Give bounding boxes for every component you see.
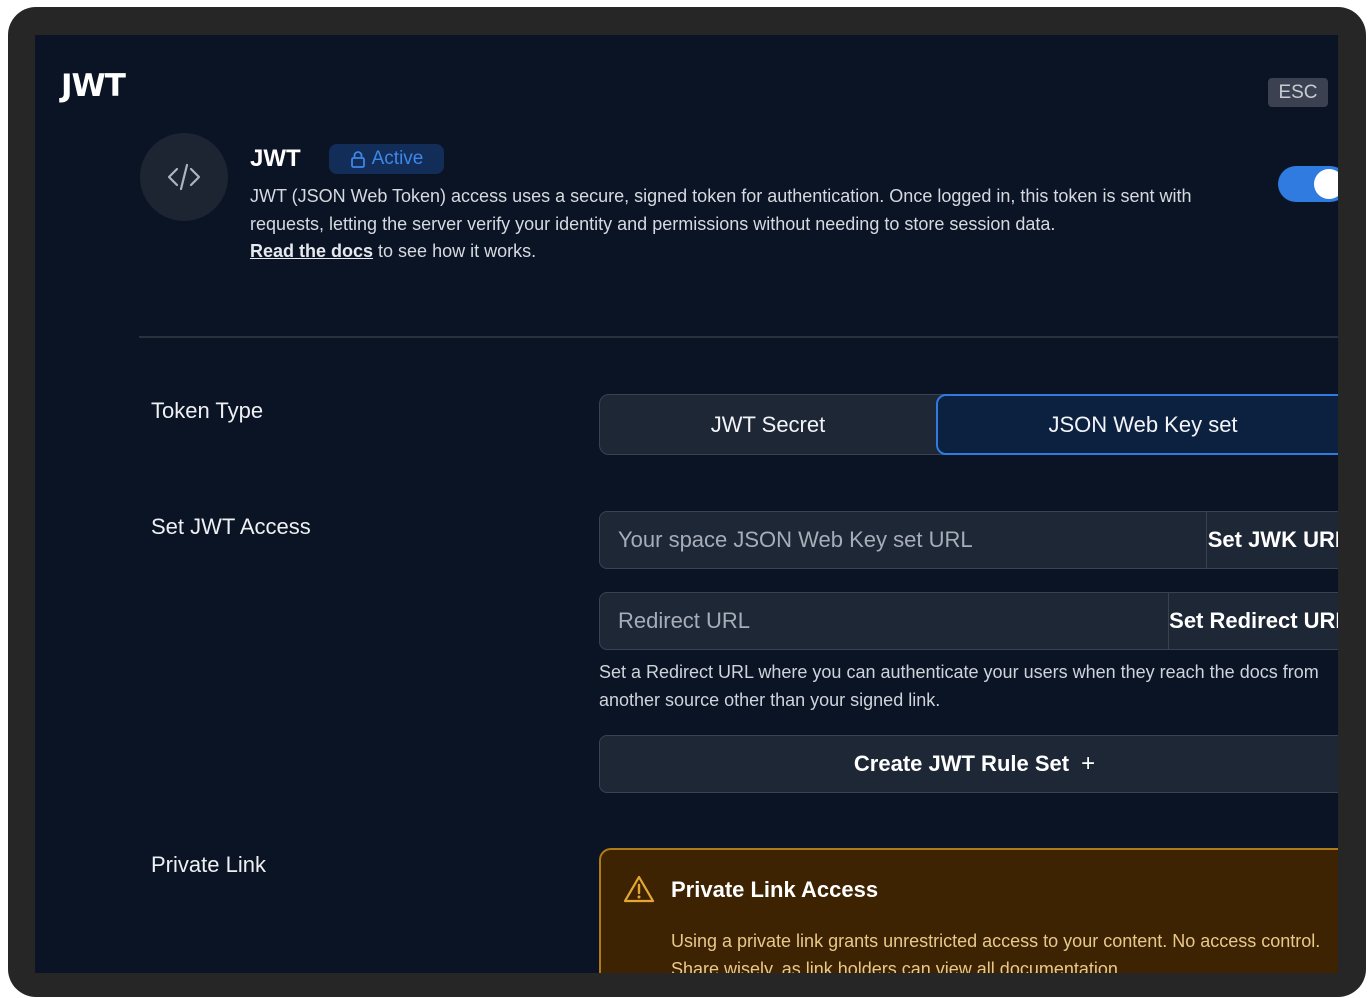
warning-icon [623, 875, 655, 903]
divider [139, 336, 1338, 338]
jwt-access-label: Set JWT Access [151, 514, 311, 539]
jwt-enable-toggle[interactable] [1278, 166, 1338, 202]
token-type-label: Token Type [151, 398, 264, 423]
warning-body: Using a private link grants unrestricted… [671, 931, 1321, 973]
plus-icon: + [1081, 750, 1096, 777]
warning-title: Private Link Access [671, 877, 879, 902]
create-jwt-rule-set-button[interactable]: Create JWT Rule Set + [599, 735, 1338, 793]
status-badge: Active [329, 144, 444, 174]
private-link-warning: Private Link Access Using a private link… [599, 848, 1338, 973]
set-redirect-url-button[interactable]: Set Redirect URL [1168, 593, 1338, 649]
lock-icon [350, 151, 365, 168]
modal-title: JWT [61, 68, 126, 104]
tab-json-web-key-set[interactable]: JSON Web Key set [936, 394, 1338, 455]
set-jwk-url-button[interactable]: Set JWK URL [1206, 512, 1338, 568]
jwt-modal: JWT ESC × JWT Active JWT (JSON Web Token… [35, 35, 1338, 973]
esc-button[interactable]: ESC [1268, 78, 1328, 107]
private-link-label: Private Link [151, 852, 266, 877]
feature-description: JWT (JSON Web Token) access uses a secur… [250, 183, 1250, 266]
redirect-url-group: Set Redirect URL [599, 592, 1338, 650]
tab-jwt-secret[interactable]: JWT Secret [600, 395, 936, 454]
feature-title: JWT [250, 145, 301, 172]
token-type-segmented-control: JWT Secret JSON Web Key set [599, 394, 1338, 455]
jwk-url-input[interactable] [600, 512, 1206, 568]
redirect-url-input[interactable] [600, 593, 1168, 649]
description-text: JWT (JSON Web Token) access uses a secur… [250, 186, 1192, 234]
create-button-label: Create JWT Rule Set [853, 751, 1070, 776]
status-badge-label: Active [371, 148, 424, 169]
app-frame: JWT ESC × JWT Active JWT (JSON Web Token… [8, 7, 1366, 997]
jwk-url-group: Set JWK URL [599, 511, 1338, 569]
redirect-helper-text: Set a Redirect URL where you can authent… [599, 662, 1319, 710]
code-icon [140, 133, 228, 221]
read-docs-link[interactable]: Read the docs [250, 241, 373, 261]
docs-suffix: to see how it works. [373, 241, 537, 261]
toggle-knob [1314, 169, 1338, 199]
